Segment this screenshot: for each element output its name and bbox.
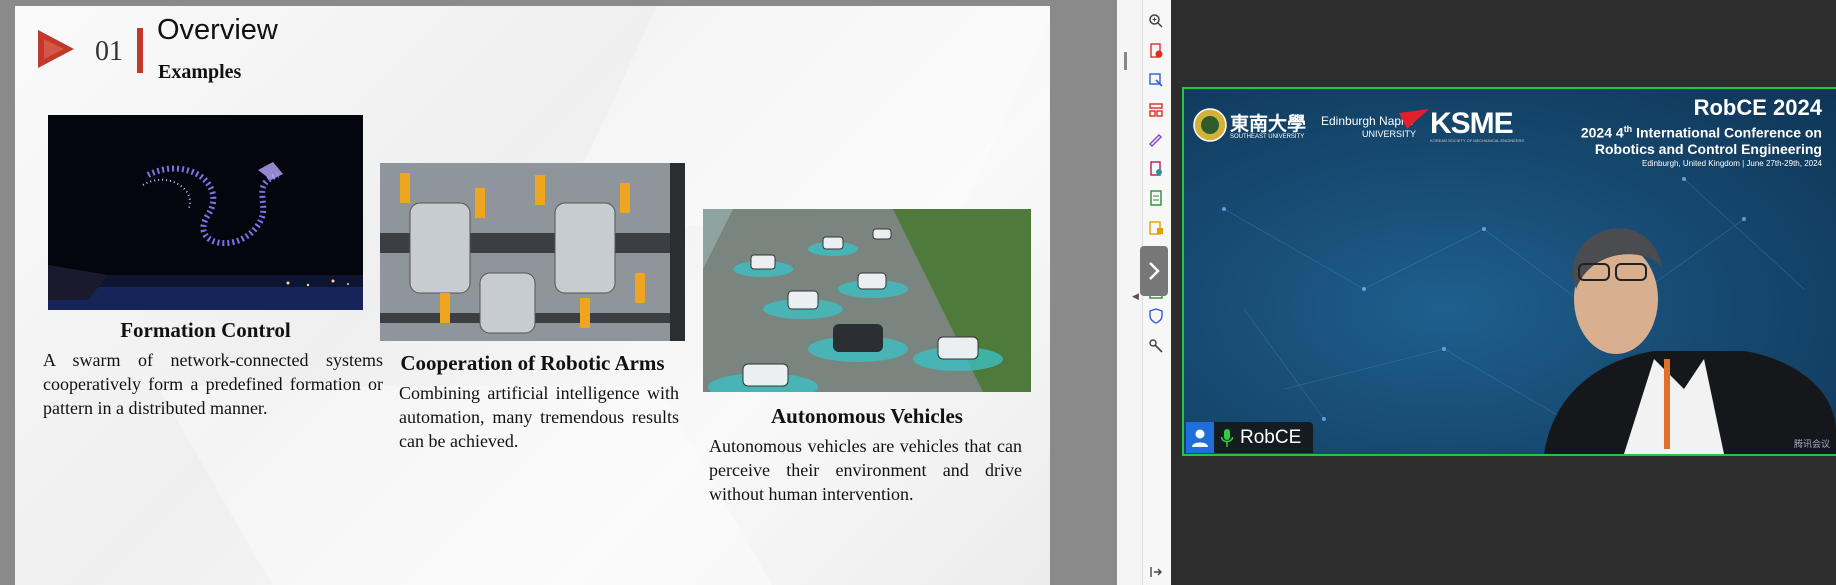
comment-icon[interactable] <box>1146 218 1166 238</box>
text-formation-control: A swarm of network-connected systems coo… <box>43 350 383 418</box>
meeting-watermark: 腾讯会议 <box>1793 440 1830 450</box>
pdf-remove-icon[interactable] <box>1146 41 1166 61</box>
caption-autonomous-vehicles: Autonomous Vehicles <box>771 404 963 428</box>
scrollbar-thumb[interactable] <box>1124 52 1127 70</box>
compress-icon[interactable] <box>1146 159 1166 179</box>
play-icon <box>38 30 74 68</box>
text-robotic-arms: Combining artificial intelligence with a… <box>399 383 679 451</box>
excel-icon[interactable] <box>1146 188 1166 208</box>
formation-control-image <box>48 115 363 310</box>
ksme-logo-sub: KOREAN SOCIETY OF MECHANICAL ENGINEERS <box>1430 138 1525 143</box>
caption-robotic-arms: Cooperation of Robotic Arms <box>400 351 665 375</box>
presentation-slide: 01 Overview Examples Formation Control A… <box>15 6 1050 585</box>
ksme-logo: KSME <box>1430 107 1514 140</box>
panel-arrow-icon: ◀ <box>1132 292 1139 302</box>
slide-subtitle: Examples <box>158 61 242 83</box>
autonomous-vehicles-image <box>703 209 1031 392</box>
user-avatar-icon <box>1186 422 1214 453</box>
section-number: 01 <box>95 36 123 67</box>
active-speaker-video[interactable]: 東南大學 SOUTHEAST UNIVERSITY Edinburgh Napi… <box>1182 87 1836 456</box>
caption-formation-control: Formation Control <box>120 318 291 342</box>
slide-title: Overview <box>157 14 278 46</box>
conference-banner: RobCE 2024 2024 4th International Confer… <box>1581 95 1822 168</box>
conference-short-name: RobCE 2024 <box>1693 95 1822 120</box>
participant-name-tag: RobCE <box>1186 422 1314 453</box>
napier-logo-line2: UNIVERSITY <box>1362 129 1417 139</box>
seu-seal-icon <box>1193 108 1227 142</box>
seu-logo-en: SOUTHEAST UNIVERSITY <box>1230 134 1305 140</box>
microphone-icon <box>1220 428 1234 447</box>
conference-line2: Robotics and Control Engineering <box>1594 140 1822 157</box>
organize-pages-icon[interactable] <box>1146 100 1166 120</box>
napier-arrow-icon <box>1399 109 1429 129</box>
text-autonomous-vehicles: Autonomous vehicles are vehicles that ca… <box>709 436 1022 504</box>
expand-panel-button[interactable] <box>1140 246 1168 296</box>
export-icon[interactable] <box>1146 70 1166 90</box>
sign-icon[interactable] <box>1146 129 1166 149</box>
conference-line1: 2024 4th International Conference on <box>1580 124 1822 141</box>
seu-logo-cn: 東南大學 <box>1230 113 1307 135</box>
conference-location: Edinburgh, United Kingdom | June 27th-29… <box>1642 158 1822 168</box>
chevron-right-icon <box>1149 262 1160 280</box>
collapse-panel-icon[interactable] <box>1146 562 1166 582</box>
protect-icon[interactable] <box>1146 306 1166 326</box>
zoom-in-icon[interactable] <box>1146 11 1166 31</box>
participant-name: RobCE <box>1240 426 1302 448</box>
robotic-arms-image <box>380 163 685 341</box>
tools-icon[interactable] <box>1146 336 1166 356</box>
title-accent-bar <box>137 28 143 73</box>
